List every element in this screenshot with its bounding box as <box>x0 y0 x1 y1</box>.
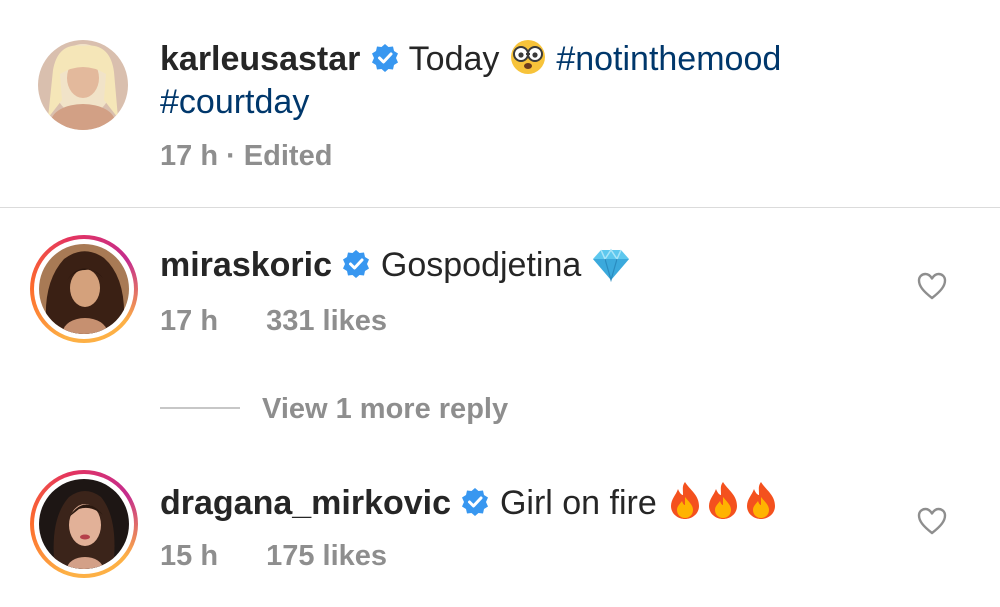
avatar-photo <box>39 479 129 569</box>
face-with-glasses-emoji <box>509 38 547 85</box>
view-replies-button[interactable]: View 1 more reply <box>262 393 508 426</box>
comment-likes[interactable]: 331 likes <box>266 305 387 337</box>
comment-text: Gospodjetina <box>380 246 582 284</box>
fire-emoji <box>742 480 780 529</box>
post-meta: 17 h · Edited <box>160 140 332 173</box>
hashtag-link[interactable]: #notinthemood <box>556 40 781 78</box>
commenter-avatar[interactable] <box>39 244 129 334</box>
post-edited-label: · Edited <box>226 140 333 172</box>
comment-likes[interactable]: 175 likes <box>266 540 387 572</box>
commenter-avatar[interactable] <box>39 479 129 569</box>
avatar-photo <box>38 40 128 130</box>
post-time: 17 h <box>160 140 219 172</box>
fire-emoji <box>666 480 704 529</box>
comment-text: Girl on fire <box>499 484 657 522</box>
verified-badge-icon <box>341 248 371 288</box>
comment-body: miraskoric Gospodjetina <box>160 245 631 291</box>
replies-line <box>160 407 240 409</box>
heart-outline-icon[interactable] <box>917 507 947 540</box>
comment-username[interactable]: dragana_mirkovic <box>160 484 451 522</box>
avatar-photo <box>39 244 129 334</box>
heart-outline-icon[interactable] <box>917 272 947 305</box>
post-caption: karleusastar Today #notinthemood <box>160 38 781 85</box>
hashtag-link[interactable]: #courtday <box>160 83 309 121</box>
fire-emoji <box>704 480 742 529</box>
gem-emoji <box>591 248 631 291</box>
comment-time: 15 h <box>160 540 219 572</box>
post-caption-text: Today <box>408 40 500 78</box>
verified-badge-icon <box>370 42 400 82</box>
divider <box>0 207 1000 208</box>
post-caption-line2: #courtday <box>160 82 309 122</box>
comment-time: 17 h <box>160 305 219 337</box>
comment-body: dragana_mirkovic Girl on fire <box>160 480 780 529</box>
post-author-avatar[interactable] <box>38 40 128 130</box>
comment-meta: 15 h 175 likes <box>160 540 387 573</box>
verified-badge-icon <box>460 486 490 526</box>
comment-meta: 17 h 331 likes <box>160 305 387 338</box>
post-username[interactable]: karleusastar <box>160 40 360 78</box>
comment-username[interactable]: miraskoric <box>160 246 332 284</box>
